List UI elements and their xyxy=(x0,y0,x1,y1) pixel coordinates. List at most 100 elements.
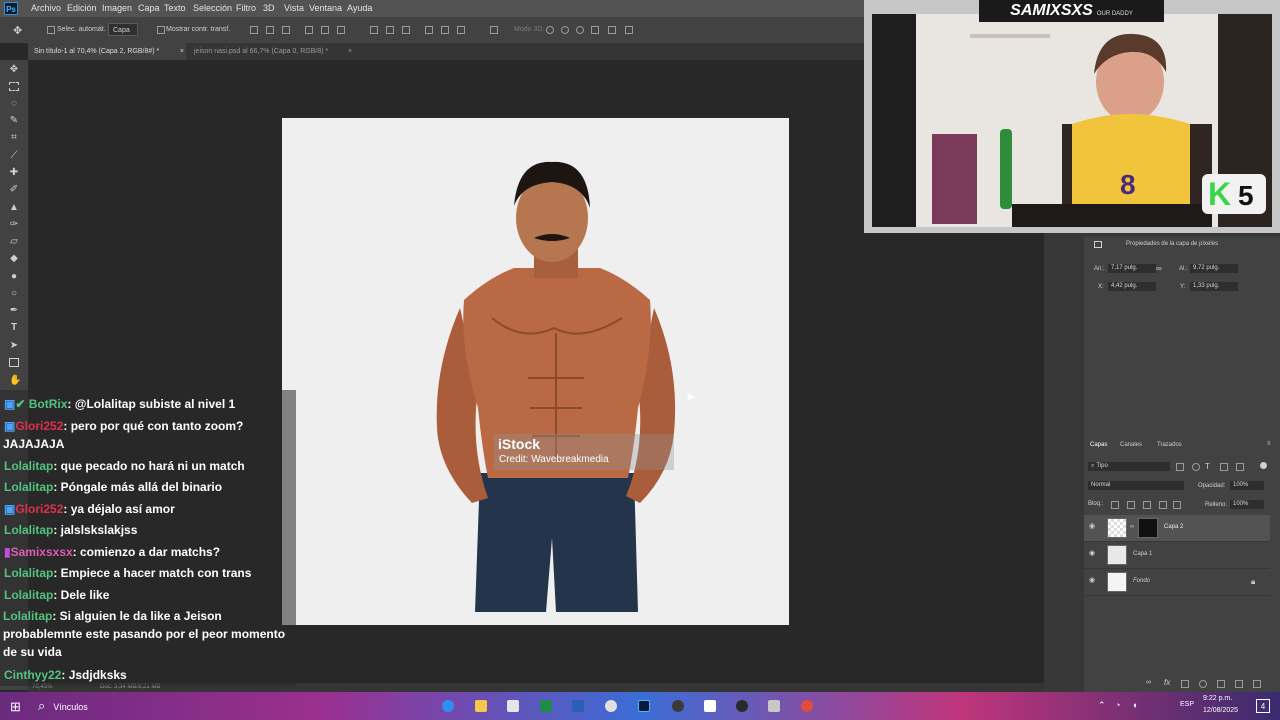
add-mask-icon[interactable] xyxy=(1181,680,1189,688)
auto-align-icon[interactable] xyxy=(490,26,498,34)
obs-icon[interactable] xyxy=(736,700,748,712)
language-indicator[interactable]: ESP xyxy=(1180,701,1194,708)
history-brush-icon[interactable]: ✑ xyxy=(9,220,19,230)
align-vcenter-icon[interactable] xyxy=(266,26,274,34)
tab-canales[interactable]: Canales xyxy=(1120,442,1142,448)
excel-icon[interactable] xyxy=(540,700,552,712)
windows-start-icon[interactable]: ⊞ xyxy=(10,699,21,715)
layer-filter-dropdown[interactable]: ⌕ Tipo xyxy=(1088,462,1170,471)
show-transform-checkbox[interactable] xyxy=(157,26,165,34)
menu-ayuda[interactable]: Ayuda xyxy=(347,3,372,13)
close-icon[interactable]: × xyxy=(180,43,184,60)
menu-capa[interactable]: Capa xyxy=(138,3,160,13)
filter-toggle-icon[interactable] xyxy=(1260,462,1267,469)
roll-3d-icon[interactable] xyxy=(561,26,569,34)
brush-tool-icon[interactable]: ✐ xyxy=(9,185,19,195)
distribute-bottom-icon[interactable] xyxy=(402,26,410,34)
filter-type-icon[interactable]: T xyxy=(1205,462,1210,471)
align-right-icon[interactable] xyxy=(337,26,345,34)
menu-texto[interactable]: Texto xyxy=(164,3,186,13)
filter-adjust-icon[interactable] xyxy=(1192,463,1200,471)
width-field[interactable]: 7,17 pulg. xyxy=(1108,264,1156,273)
tab-sin-titulo[interactable]: Sin título-1 al 70,4% (Capa 2, RGB/8#) *… xyxy=(28,43,186,60)
calculator-icon[interactable] xyxy=(507,700,519,712)
menu-seleccion[interactable]: Selección xyxy=(193,3,232,13)
whatsapp-icon[interactable] xyxy=(672,700,684,712)
type-tool-icon[interactable]: T xyxy=(9,323,19,333)
app-icon[interactable] xyxy=(704,700,716,712)
fill-field[interactable]: 100% xyxy=(1230,500,1264,509)
pan-3d-icon[interactable] xyxy=(576,26,584,34)
link-icon[interactable]: ∞ xyxy=(1156,264,1162,273)
auto-select-checkbox[interactable] xyxy=(47,26,55,34)
menu-edicion[interactable]: Edición xyxy=(67,3,97,13)
menu-vista[interactable]: Vista xyxy=(284,3,304,13)
lasso-tool-icon[interactable]: ◌ xyxy=(9,99,19,109)
edge-icon[interactable] xyxy=(442,700,454,712)
height-field[interactable]: 9,72 pulg. xyxy=(1190,264,1238,273)
app-icon[interactable] xyxy=(768,700,780,712)
distribute-vcenter-icon[interactable] xyxy=(386,26,394,34)
word-icon[interactable] xyxy=(572,700,584,712)
layer-row-capa-2[interactable]: ◉ ∞ Capa 2 xyxy=(1084,515,1270,542)
distribute-hcenter-icon[interactable] xyxy=(441,26,449,34)
filter-pixel-icon[interactable] xyxy=(1176,463,1184,471)
document-canvas[interactable]: iStock Credit: Wavebreakmedia xyxy=(282,118,789,625)
adjustment-layer-icon[interactable] xyxy=(1199,680,1207,688)
tab-capas[interactable]: Capas xyxy=(1090,442,1107,448)
chrome-icon[interactable] xyxy=(605,700,617,712)
align-hcenter-icon[interactable] xyxy=(321,26,329,34)
menu-archivo[interactable]: Archivo xyxy=(31,3,61,13)
chain-icon[interactable]: ∞ xyxy=(1130,524,1134,530)
file-explorer-icon[interactable] xyxy=(475,700,487,712)
slide-3d-icon[interactable] xyxy=(591,26,599,34)
distribute-left-icon[interactable] xyxy=(425,26,433,34)
scale-3d-icon[interactable] xyxy=(608,26,616,34)
photoshop-taskbar-icon[interactable] xyxy=(638,700,650,712)
auto-select-dropdown[interactable]: Capa xyxy=(108,23,138,36)
fx-icon[interactable]: fx xyxy=(1164,678,1170,687)
visibility-eye-icon[interactable]: ◉ xyxy=(1089,577,1097,584)
lock-image-icon[interactable] xyxy=(1127,501,1135,509)
path-select-icon[interactable]: ➤ xyxy=(9,341,19,351)
marquee-tool-icon[interactable] xyxy=(9,82,19,91)
orbit-3d-icon[interactable] xyxy=(546,26,554,34)
quick-select-tool-icon[interactable]: ✎ xyxy=(9,116,19,126)
crop-tool-icon[interactable]: ⌗ xyxy=(9,133,19,143)
menu-3d[interactable]: 3D xyxy=(263,3,275,13)
paint-bucket-icon[interactable]: ◆ xyxy=(9,254,19,264)
layer-row-fondo[interactable]: ◉ Fondo 🔒︎ xyxy=(1084,569,1270,596)
filter-smart-icon[interactable] xyxy=(1236,463,1244,471)
lock-artboard-icon[interactable] xyxy=(1159,501,1167,509)
x-field[interactable]: 4,42 pulg. xyxy=(1108,282,1156,291)
new-layer-icon[interactable] xyxy=(1235,680,1243,688)
eraser-tool-icon[interactable]: ▱ xyxy=(9,237,19,247)
speaker-icon[interactable]: ◖ xyxy=(1132,700,1137,710)
blend-mode-dropdown[interactable]: Normal xyxy=(1088,481,1184,490)
dodge-tool-icon[interactable]: ○ xyxy=(9,289,19,299)
clone-stamp-icon[interactable]: ▲ xyxy=(9,203,19,213)
tab-trazados[interactable]: Trazados xyxy=(1157,442,1182,448)
visibility-eye-icon[interactable]: ◉ xyxy=(1089,523,1097,530)
healing-brush-icon[interactable]: ✚ xyxy=(9,168,19,178)
panel-menu-icon[interactable]: ≡ xyxy=(1267,441,1271,447)
chrome-alt-icon[interactable] xyxy=(801,700,813,712)
opacity-field[interactable]: 100% xyxy=(1230,481,1264,490)
hand-tool-icon[interactable]: ✋ xyxy=(9,376,21,386)
link-layers-icon[interactable]: ∞ xyxy=(1146,679,1151,686)
move-tool-icon[interactable]: ✥ xyxy=(9,65,19,75)
blur-tool-icon[interactable]: ● xyxy=(9,272,19,282)
lock-all-icon[interactable] xyxy=(1173,501,1181,509)
menu-ventana[interactable]: Ventana xyxy=(309,3,342,13)
tab-jeison-nasi[interactable]: jeison nasi.psd al 66,7% (Capa 0, RGB/8)… xyxy=(188,43,354,60)
align-bottom-icon[interactable] xyxy=(282,26,290,34)
eyedropper-tool-icon[interactable]: ⟋ xyxy=(9,151,19,161)
align-left-icon[interactable] xyxy=(305,26,313,34)
pen-tool-icon[interactable]: ✒ xyxy=(9,306,19,316)
new-group-icon[interactable] xyxy=(1217,680,1225,688)
align-top-icon[interactable] xyxy=(250,26,258,34)
layer-mask-thumbnail[interactable] xyxy=(1138,518,1158,538)
clock-time[interactable]: 9:22 p.m. xyxy=(1203,695,1232,702)
menu-imagen[interactable]: Imagen xyxy=(102,3,132,13)
menu-filtro[interactable]: Filtro xyxy=(236,3,256,13)
